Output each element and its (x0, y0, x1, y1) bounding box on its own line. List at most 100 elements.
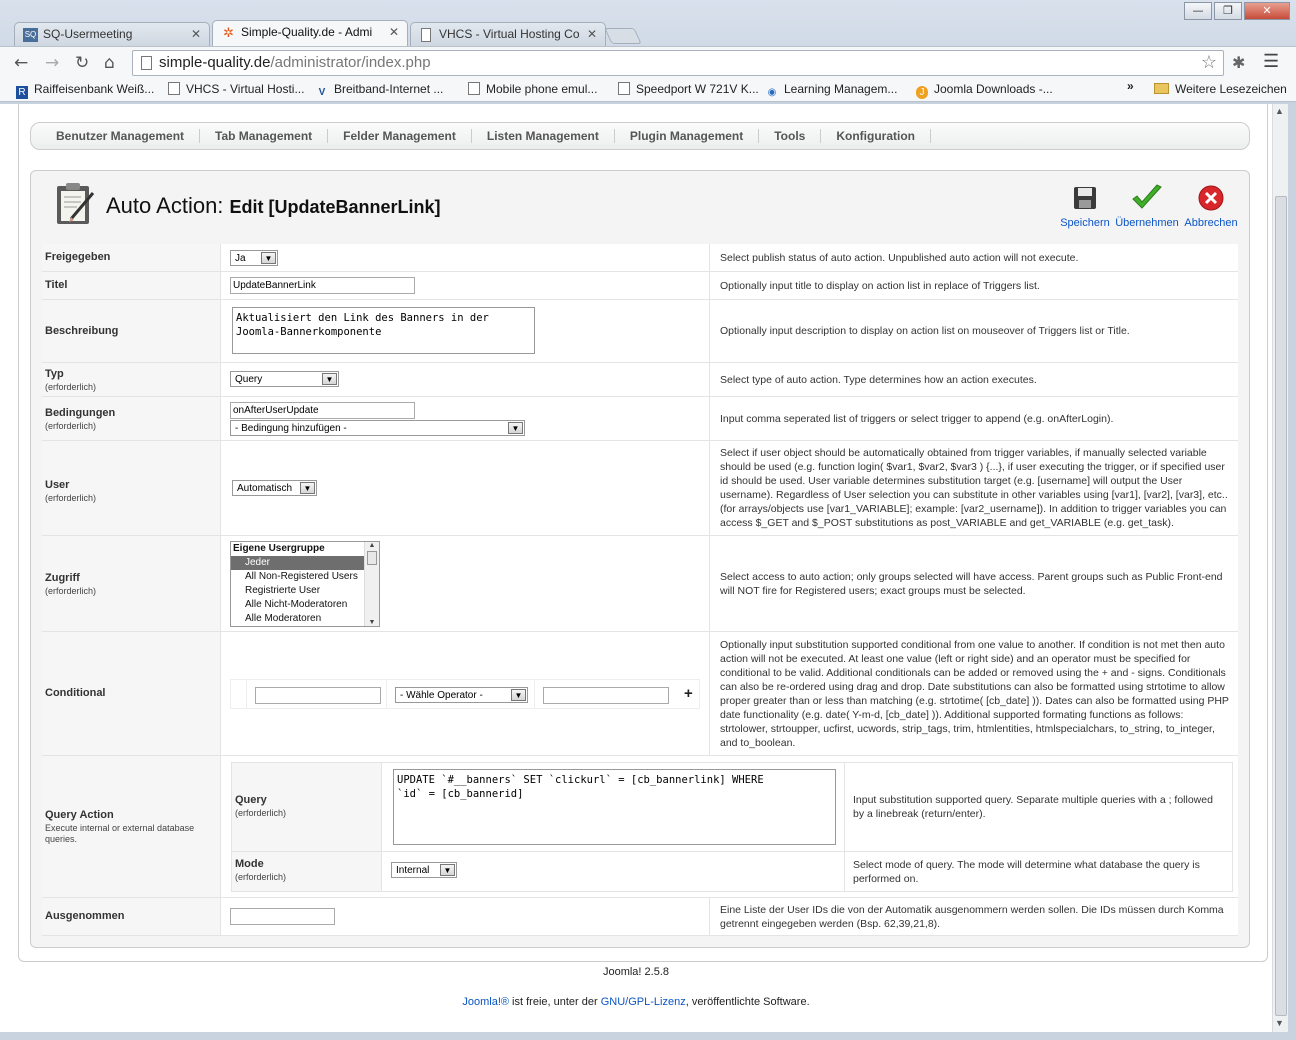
conditions-input[interactable]: onAfterUserUpdate (230, 402, 415, 419)
cancel-button[interactable]: Abbrechen (1181, 183, 1241, 229)
bookmark-star-icon[interactable]: ☆ (1201, 52, 1217, 73)
type-select[interactable]: Query ▼ (230, 371, 339, 387)
label-cell: Mode (erforderlich) (232, 852, 382, 891)
scroll-up-icon[interactable]: ▲ (1275, 106, 1284, 116)
excluded-input[interactable] (230, 908, 335, 925)
access-option[interactable]: All Non-Registered Users (231, 570, 379, 584)
save-label: Speichern (1060, 217, 1110, 229)
desc-cell: Select access to auto action; only group… (711, 536, 1238, 631)
close-tab-icon[interactable]: ✕ (389, 25, 399, 39)
minimize-button[interactable]: — (1184, 2, 1212, 20)
dropdown-arrow-icon: ▼ (322, 373, 337, 385)
forward-arrow-icon[interactable]: → (45, 53, 59, 73)
add-conditional-button[interactable]: + (684, 685, 693, 702)
form-row-conditions: Bedingungen (erforderlich) onAfterUserUpd… (42, 397, 1238, 441)
access-option[interactable]: Alle Moderatoren (231, 612, 379, 626)
conditional-left-input[interactable] (255, 687, 381, 704)
user-select[interactable]: Automatisch ▼ (232, 480, 317, 496)
input-cell: Aktualisiert den Link des Banners in der… (222, 300, 710, 362)
mode-value: Internal (396, 865, 430, 876)
submenu-tools[interactable]: Tools (759, 129, 822, 143)
scroll-up-icon[interactable]: ▲ (365, 542, 379, 549)
bookmark-item[interactable]: J Joomla Downloads -... (916, 82, 1053, 99)
input-cell: - Wähle Operator - ▼ + (222, 632, 710, 755)
submenu-konfiguration[interactable]: Konfiguration (821, 129, 931, 143)
drag-handle[interactable] (246, 680, 247, 708)
type-value: Query (235, 374, 263, 385)
footer-version: Joomla! 2.5.8 (602, 966, 670, 978)
bookmark-item[interactable]: VHCS - Virtual Hosti... (168, 82, 304, 96)
listbox-scrollbar[interactable]: ▲ ▼ (364, 542, 379, 626)
input-cell: Query ▼ (222, 363, 710, 396)
access-listbox[interactable]: Eigene Usergruppe Jeder All Non-Register… (230, 541, 380, 627)
submenu-felder-management[interactable]: Felder Management (328, 129, 472, 143)
bookmark-item[interactable]: Mobile phone emul... (468, 82, 597, 96)
conditional-right-input[interactable] (543, 687, 669, 704)
joomla-link[interactable]: Joomla!® (462, 996, 509, 1008)
operator-select[interactable]: - Wähle Operator - ▼ (395, 687, 528, 703)
title-input[interactable]: UpdateBannerLink (230, 277, 415, 294)
save-button[interactable]: Speichern (1055, 183, 1115, 229)
query-label: Query (235, 794, 267, 806)
required-note: (erforderlich) (45, 421, 97, 431)
gpl-link[interactable]: GNU/GPL-Lizenz (601, 996, 686, 1008)
reload-icon[interactable]: ↻ (75, 53, 89, 73)
scroll-down-icon[interactable]: ▼ (365, 619, 379, 626)
bookmark-item[interactable]: Speedport W 721V K... (618, 82, 759, 96)
page-title-sub: Edit [UpdateBannerLink] (229, 197, 441, 217)
scroll-thumb[interactable] (1275, 196, 1287, 1016)
back-arrow-icon[interactable]: ← (14, 53, 28, 73)
scroll-down-icon[interactable]: ▼ (1275, 1018, 1284, 1028)
scroll-thumb[interactable] (367, 551, 377, 565)
submenu-listen-management[interactable]: Listen Management (472, 129, 615, 143)
access-option[interactable]: Registrierte User (231, 584, 379, 598)
access-option-selected[interactable]: Jeder (231, 556, 379, 570)
extension-icon[interactable]: ✱ (1232, 53, 1245, 73)
excluded-label: Ausgenommen (45, 910, 125, 922)
label-cell: Beschreibung (42, 300, 221, 362)
apply-button[interactable]: Übernehmen (1115, 183, 1179, 229)
form-row-query-action: Query Action Execute internal or externa… (42, 756, 1238, 898)
user-desc: Select if user object should be automati… (720, 447, 1228, 529)
address-bar[interactable]: simple-quality.de/administrator/index.ph… (132, 50, 1224, 76)
close-tab-icon[interactable]: ✕ (191, 27, 201, 41)
desc-cell: Select mode of query. The mode will dete… (844, 852, 1234, 891)
published-select[interactable]: Ja ▼ (230, 250, 278, 266)
more-bookmarks-chevron[interactable]: » (1127, 79, 1134, 93)
query-action-sublabel: Execute internal or external database qu… (45, 823, 195, 844)
browser-chrome: — ❐ ✕ SQ SQ-Usermeeting ✕ ✲ Simple-Quali… (0, 0, 1296, 104)
browser-tab-active[interactable]: ✲ Simple-Quality.de - Admi ✕ (212, 20, 408, 46)
page-scrollbar[interactable]: ▲ ▼ (1272, 104, 1288, 1032)
access-option[interactable]: Alle Nicht-Moderatoren (231, 598, 379, 612)
new-tab-button[interactable] (604, 28, 642, 44)
cancel-label: Abbrechen (1184, 217, 1238, 229)
access-group-header: Eigene Usergruppe (233, 543, 325, 554)
mode-select[interactable]: Internal ▼ (391, 862, 457, 878)
browser-tab[interactable]: SQ SQ-Usermeeting ✕ (14, 22, 210, 46)
window-frame (1288, 104, 1296, 1040)
bookmark-item[interactable]: V Breitband-Internet ... (316, 82, 444, 99)
submenu-plugin-management[interactable]: Plugin Management (615, 129, 760, 143)
menu-icon[interactable]: ☰ (1263, 51, 1279, 72)
browser-tab[interactable]: VHCS - Virtual Hosting Co ✕ (410, 22, 606, 46)
close-tab-icon[interactable]: ✕ (587, 27, 597, 41)
label-cell: Ausgenommen (42, 898, 221, 935)
maximize-button[interactable]: ❐ (1214, 2, 1242, 20)
form-row-user: User (erforderlich) Automatisch ▼ Select i… (42, 441, 1238, 536)
query-textarea[interactable]: UPDATE `#__banners` SET `clickurl` = [cb… (393, 769, 836, 845)
bookmark-item[interactable]: R Raiffeisenbank Weiß... (16, 82, 154, 99)
other-bookmarks-folder[interactable]: Weitere Lesezeichen (1154, 82, 1287, 96)
submenu-tab-management[interactable]: Tab Management (200, 129, 329, 143)
url-domain: simple-quality.de (159, 54, 271, 71)
bookmark-item[interactable]: ◉ Learning Managem... (766, 82, 898, 99)
add-condition-select[interactable]: - Bedingung hinzufügen - ▼ (230, 420, 525, 436)
close-window-button[interactable]: ✕ (1244, 2, 1290, 20)
description-textarea[interactable]: Aktualisiert den Link des Banners in der… (232, 307, 535, 354)
home-icon[interactable]: ⌂ (104, 53, 115, 73)
published-desc: Select publish status of auto action. Un… (720, 251, 1079, 264)
submenu-benutzer-management[interactable]: Benutzer Management (41, 129, 201, 143)
desc-cell: Optionally input title to display on act… (711, 272, 1238, 299)
desc-cell: Select if user object should be automati… (711, 441, 1238, 535)
component-submenu: Benutzer Management Tab Management Felde… (30, 122, 1250, 150)
query-desc: Input substitution supported query. Sepa… (853, 794, 1213, 820)
